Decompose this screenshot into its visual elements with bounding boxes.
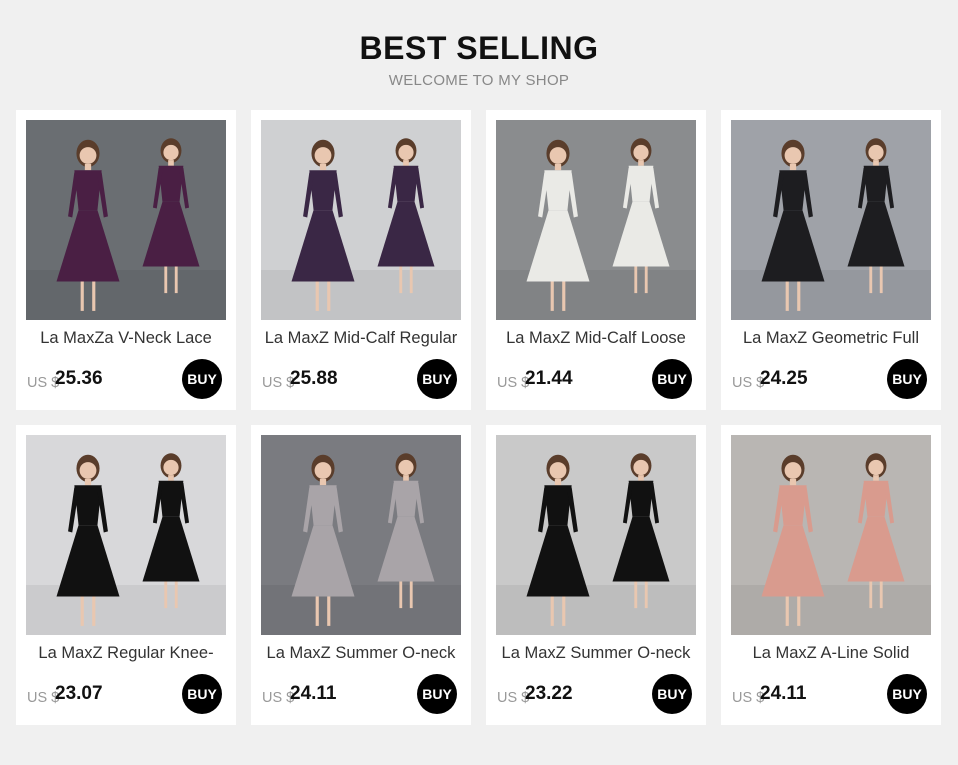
product-card[interactable]: La MaxZ Mid-Calf Regular US $ 25.88 BUY (251, 110, 471, 410)
page-title: BEST SELLING (359, 30, 599, 66)
product-price: 24.11 (760, 683, 807, 704)
product-photo-illustration (26, 120, 226, 320)
product-price: 25.36 (55, 368, 103, 389)
product-price: 24.11 (290, 683, 337, 704)
product-photo-illustration (261, 435, 461, 635)
product-card[interactable]: La MaxZ A-Line Solid US $ 24.11 BUY (721, 425, 941, 725)
product-image[interactable] (26, 435, 226, 635)
product-name[interactable]: La MaxZa V-Neck Lace (16, 329, 236, 348)
product-name[interactable]: La MaxZ Summer O-neck (486, 644, 706, 663)
product-name[interactable]: La MaxZ A-Line Solid (721, 644, 941, 663)
product-name[interactable]: La MaxZ Regular Knee- (16, 644, 236, 663)
buy-button[interactable]: BUY (652, 359, 692, 399)
product-image[interactable] (261, 120, 461, 320)
buy-button[interactable]: BUY (417, 359, 457, 399)
product-name[interactable]: La MaxZ Summer O-neck (251, 644, 471, 663)
product-image[interactable] (26, 120, 226, 320)
product-price: 24.25 (760, 368, 808, 389)
product-image[interactable] (496, 435, 696, 635)
product-photo-illustration (261, 120, 461, 320)
product-name[interactable]: La MaxZ Geometric Full (721, 329, 941, 348)
product-card[interactable]: La MaxZ Regular Knee- US $ 23.07 BUY (16, 425, 236, 725)
buy-button[interactable]: BUY (887, 674, 927, 714)
product-photo-illustration (496, 120, 696, 320)
product-card[interactable]: La MaxZ Summer O-neck US $ 23.22 BUY (486, 425, 706, 725)
page-subtitle: WELCOME TO MY SHOP (388, 72, 570, 89)
product-name[interactable]: La MaxZ Mid-Calf Regular (251, 329, 471, 348)
buy-button[interactable]: BUY (182, 359, 222, 399)
product-price: 23.07 (55, 683, 103, 704)
product-price: 23.22 (525, 683, 573, 704)
product-price: 25.88 (290, 368, 338, 389)
buy-button[interactable]: BUY (887, 359, 927, 399)
product-name[interactable]: La MaxZ Mid-Calf Loose (486, 329, 706, 348)
product-grid: La MaxZa V-Neck Lace US $ 25.36 BUY La M… (16, 110, 942, 725)
product-image[interactable] (731, 435, 931, 635)
product-image[interactable] (731, 120, 931, 320)
buy-button[interactable]: BUY (417, 674, 457, 714)
buy-button[interactable]: BUY (182, 674, 222, 714)
product-card[interactable]: La MaxZ Summer O-neck US $ 24.11 BUY (251, 425, 471, 725)
product-card[interactable]: La MaxZ Geometric Full US $ 24.25 BUY (721, 110, 941, 410)
product-image[interactable] (261, 435, 461, 635)
product-photo-illustration (731, 435, 931, 635)
product-photo-illustration (496, 435, 696, 635)
product-price: 21.44 (525, 368, 573, 389)
product-card[interactable]: La MaxZa V-Neck Lace US $ 25.36 BUY (16, 110, 236, 410)
product-photo-illustration (731, 120, 931, 320)
product-card[interactable]: La MaxZ Mid-Calf Loose US $ 21.44 BUY (486, 110, 706, 410)
product-photo-illustration (26, 435, 226, 635)
product-image[interactable] (496, 120, 696, 320)
buy-button[interactable]: BUY (652, 674, 692, 714)
